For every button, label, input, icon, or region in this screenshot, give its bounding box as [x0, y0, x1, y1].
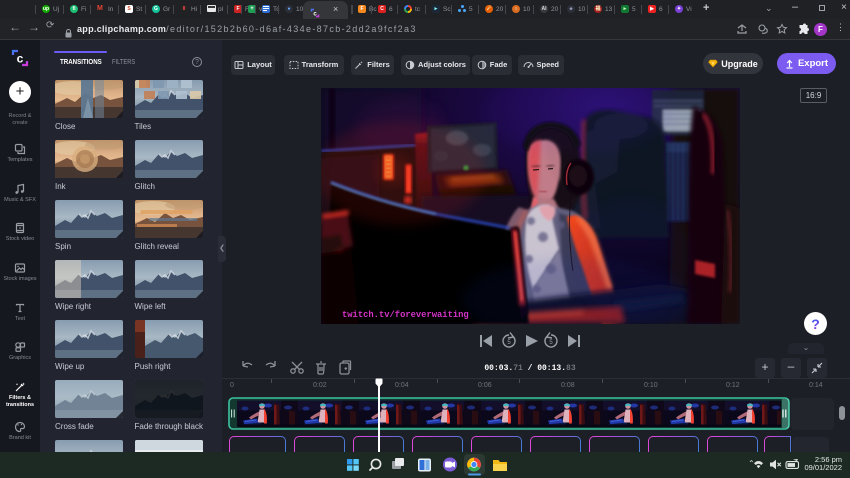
- svg-text:?: ?: [811, 316, 820, 332]
- svg-text:5: 5: [549, 340, 553, 346]
- svg-text:c: c: [17, 52, 24, 66]
- svg-text:5: 5: [507, 340, 511, 346]
- svg-text:twitch.tv/foreverwaiting: twitch.tv/foreverwaiting: [342, 310, 469, 320]
